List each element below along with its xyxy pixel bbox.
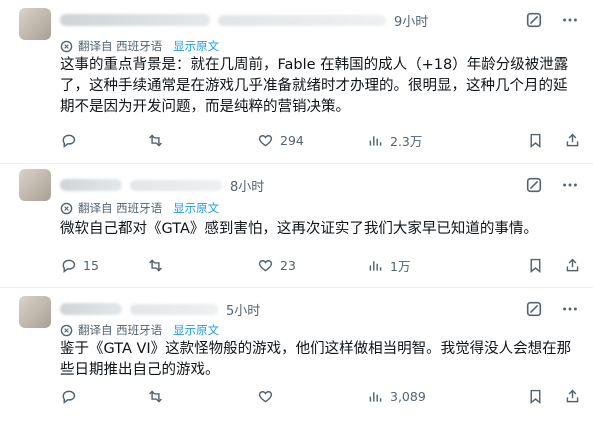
more-icon[interactable] xyxy=(561,300,579,318)
post-header: 5小时 xyxy=(60,299,260,319)
views-count: 2.3万 xyxy=(390,134,423,149)
bookmark-button[interactable] xyxy=(527,257,544,274)
like-icon xyxy=(258,260,273,272)
repost-button[interactable] xyxy=(147,388,257,405)
post-header: 8小时 xyxy=(60,175,264,195)
share-icon xyxy=(566,258,579,272)
translated-from-label: 翻译自 西班牙语 xyxy=(78,201,163,215)
post-time[interactable]: 8小时 xyxy=(230,176,264,195)
post-time[interactable]: 9小时 xyxy=(394,11,428,30)
like-icon xyxy=(258,391,273,403)
like-count: 294 xyxy=(280,133,304,148)
post-3[interactable]: 5小时 翻译自 西班牙语 显示原文 鉴于《GTA VI》这款怪物般的游戏，他们这… xyxy=(0,288,593,429)
post-text: 微软自己都对《GTA》感到害怕，这再次证实了我们大家早已知道的事情。 xyxy=(60,221,538,237)
avatar[interactable] xyxy=(19,169,51,201)
translate-icon xyxy=(60,202,73,214)
more-icon[interactable] xyxy=(561,176,579,194)
handle-blurred[interactable] xyxy=(218,14,386,26)
views-count: 1万 xyxy=(390,259,411,274)
views-button[interactable]: 1万 xyxy=(367,256,491,275)
avatar[interactable] xyxy=(19,8,51,40)
bookmark-icon xyxy=(530,258,541,273)
views-icon xyxy=(369,392,382,402)
avatar[interactable] xyxy=(19,296,51,328)
action-bar: 294 2.3万 xyxy=(60,131,581,150)
views-icon xyxy=(369,261,382,271)
action-bar: 15 23 1万 xyxy=(60,256,581,275)
post-2[interactable]: 8小时 翻译自 西班牙语 显示原文 微软自己都对《GTA》感到害怕，这再次证实了… xyxy=(0,164,593,288)
post-1[interactable]: 9小时 翻译自 西班牙语 显示原文 这事的重点背景是：就在几周前，Fable 在… xyxy=(0,0,593,164)
bookmark-icon xyxy=(530,133,541,148)
display-name-blurred[interactable] xyxy=(60,14,210,26)
share-icon xyxy=(566,133,579,147)
show-original-link[interactable]: 显示原文 xyxy=(173,38,219,54)
post-time[interactable]: 5小时 xyxy=(226,300,260,319)
translation-note: 翻译自 西班牙语 显示原文 xyxy=(60,38,219,54)
translate-icon xyxy=(60,40,73,52)
reply-button[interactable]: 15 xyxy=(60,257,147,274)
like-button[interactable]: 23 xyxy=(257,257,367,274)
like-button[interactable] xyxy=(257,388,367,405)
views-button[interactable]: 3,089 xyxy=(367,388,491,405)
post-header: 9小时 xyxy=(60,10,428,30)
translation-note: 翻译自 西班牙语 显示原文 xyxy=(60,322,219,338)
post-top-actions xyxy=(525,11,579,29)
repost-icon xyxy=(149,134,162,147)
bookmark-button[interactable] xyxy=(527,388,544,405)
like-count: 23 xyxy=(280,258,296,273)
repost-button[interactable] xyxy=(147,132,257,149)
post-text: 这事的重点背景是：就在几周前，Fable 在韩国的成人（+18）年龄分级被泄露了… xyxy=(60,57,569,115)
grok-icon[interactable] xyxy=(525,11,543,29)
bookmark-button[interactable] xyxy=(527,132,544,149)
translate-icon xyxy=(60,324,73,336)
reply-icon xyxy=(62,390,76,404)
share-button[interactable] xyxy=(564,132,581,149)
reply-icon xyxy=(62,134,76,148)
like-icon xyxy=(258,135,273,147)
share-button[interactable] xyxy=(564,388,581,405)
show-original-link[interactable]: 显示原文 xyxy=(173,200,219,216)
post-top-actions xyxy=(525,176,579,194)
handle-blurred[interactable] xyxy=(130,303,218,315)
post-text: 鉴于《GTA VI》这款怪物般的游戏，他们这样做相当明智。我觉得没人会想在那些日… xyxy=(60,341,572,378)
like-button[interactable]: 294 xyxy=(257,132,367,149)
reply-count: 15 xyxy=(83,258,99,273)
display-name-blurred[interactable] xyxy=(60,303,122,315)
translated-from-label: 翻译自 西班牙语 xyxy=(78,39,163,53)
repost-button[interactable] xyxy=(147,257,257,274)
handle-blurred[interactable] xyxy=(130,179,222,191)
translated-from-label: 翻译自 西班牙语 xyxy=(78,323,163,337)
repost-icon xyxy=(149,390,162,403)
more-icon[interactable] xyxy=(561,11,579,29)
share-icon xyxy=(566,389,579,403)
bookmark-icon xyxy=(530,389,541,404)
post-top-actions xyxy=(525,300,579,318)
show-original-link[interactable]: 显示原文 xyxy=(173,322,219,338)
grok-icon[interactable] xyxy=(525,176,543,194)
views-button[interactable]: 2.3万 xyxy=(367,131,491,150)
reply-button[interactable] xyxy=(60,132,147,149)
share-button[interactable] xyxy=(564,257,581,274)
translation-note: 翻译自 西班牙语 显示原文 xyxy=(60,200,219,216)
reply-button[interactable] xyxy=(60,388,147,405)
reply-icon xyxy=(62,259,76,273)
repost-icon xyxy=(149,259,162,272)
grok-icon[interactable] xyxy=(525,300,543,318)
views-icon xyxy=(369,136,382,146)
display-name-blurred[interactable] xyxy=(60,179,122,191)
views-count: 3,089 xyxy=(390,389,426,404)
action-bar: 3,089 xyxy=(60,388,581,405)
